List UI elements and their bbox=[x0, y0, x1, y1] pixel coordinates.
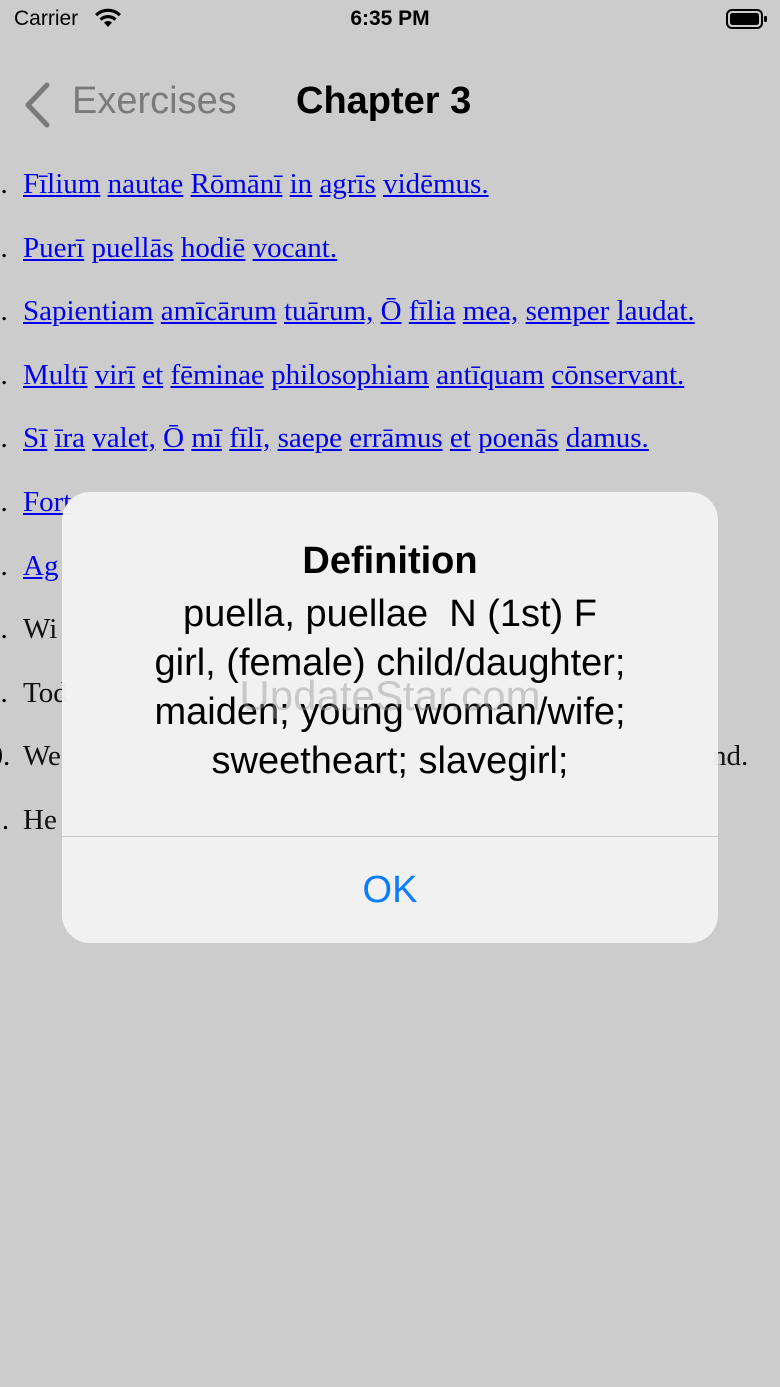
word-link[interactable]: Puerī bbox=[23, 232, 84, 264]
exercise-text: Multī virī et fēminae philosophiam antīq… bbox=[23, 359, 684, 392]
word-link[interactable]: in bbox=[290, 168, 313, 200]
word-link[interactable]: amīcārum bbox=[161, 295, 277, 327]
word-link[interactable]: mī bbox=[191, 422, 222, 454]
watermark: UpdateStar.com bbox=[239, 672, 541, 719]
word-link[interactable]: Fīlium bbox=[23, 168, 100, 200]
word-link[interactable]: poenās bbox=[478, 422, 559, 454]
exercise-number: 8. bbox=[0, 613, 8, 646]
word-link[interactable]: semper bbox=[526, 295, 610, 327]
alert-title: Definition bbox=[302, 540, 478, 582]
exercise-number: 6. bbox=[0, 486, 8, 518]
exercise-number: 11. bbox=[0, 804, 10, 836]
exercise-text: Sapientiam amīcārum tuārum, Ō fīlia mea,… bbox=[23, 295, 695, 328]
exercise-sentence: We bbox=[23, 740, 61, 773]
word-link[interactable]: īra bbox=[54, 422, 85, 454]
word-link[interactable]: et bbox=[142, 359, 163, 391]
word-link[interactable]: errāmus bbox=[349, 422, 442, 454]
exercise-text: Sī īra valet, Ō mī fīlī, saepe errāmus e… bbox=[23, 422, 649, 455]
exercise-number: 2. bbox=[0, 231, 8, 264]
word-link[interactable]: philosophiam bbox=[271, 359, 429, 391]
clock: 6:35 PM bbox=[350, 7, 430, 30]
alert-message-line: puella, puellae N (1st) F bbox=[183, 593, 597, 635]
exercise-text: Ag bbox=[23, 550, 58, 583]
exercise-text: He bbox=[23, 804, 57, 837]
exercise-number: 3. bbox=[0, 295, 8, 328]
back-button[interactable]: Exercises bbox=[72, 80, 237, 123]
word-link[interactable]: Rōmānī bbox=[191, 168, 283, 200]
battery-icon bbox=[726, 9, 767, 29]
word-link[interactable]: Sapientiam bbox=[23, 295, 153, 327]
page-title: Chapter 3 bbox=[296, 80, 472, 122]
exercise-number: 10. bbox=[0, 740, 11, 773]
word-link[interactable]: Ag bbox=[23, 550, 58, 582]
word-link[interactable]: tuārum, bbox=[284, 295, 373, 327]
word-link[interactable]: Multī bbox=[23, 359, 87, 391]
exercise-text: Puerī puellās hodiē vocant. bbox=[23, 232, 337, 265]
word-link[interactable]: valet, bbox=[92, 422, 156, 454]
word-link[interactable]: fīlia bbox=[409, 295, 456, 327]
word-link[interactable]: virī bbox=[95, 359, 135, 391]
word-link[interactable]: Sī bbox=[23, 422, 47, 454]
word-link[interactable]: vocant. bbox=[253, 232, 338, 264]
word-link[interactable]: fīlī, bbox=[229, 422, 270, 454]
word-link[interactable]: vidēmus. bbox=[383, 168, 489, 200]
word-link[interactable]: Ō bbox=[163, 422, 184, 454]
exercise-sentence: He bbox=[23, 804, 57, 836]
exercise-number: 1. bbox=[0, 168, 8, 200]
word-link[interactable]: damus. bbox=[566, 422, 649, 454]
exercise-number: 7. bbox=[0, 549, 8, 582]
exercise-number: 4. bbox=[0, 358, 8, 391]
word-link[interactable]: fēminae bbox=[170, 359, 263, 391]
word-link[interactable]: laudat. bbox=[617, 295, 695, 327]
word-link[interactable]: Ō bbox=[381, 295, 402, 327]
word-link[interactable]: antīquam bbox=[436, 359, 544, 391]
status-bar: Carrier 6:35 PM bbox=[0, 0, 780, 40]
word-link[interactable]: cōnservant. bbox=[551, 359, 684, 391]
word-link[interactable]: hodiē bbox=[181, 232, 245, 264]
word-link[interactable]: saepe bbox=[278, 422, 342, 454]
word-link[interactable]: mea, bbox=[463, 295, 519, 327]
word-link[interactable]: nautae bbox=[108, 168, 184, 200]
word-link[interactable]: agrīs bbox=[319, 168, 375, 200]
exercise-text: Wi bbox=[23, 613, 57, 646]
ok-button[interactable]: OK bbox=[62, 837, 718, 943]
chevron-left-icon[interactable] bbox=[22, 82, 52, 133]
exercise-text: Fīlium nautae Rōmānī in agrīs vidēmus. bbox=[23, 168, 489, 201]
exercise-text: We bbox=[23, 740, 61, 773]
exercise-number: 5. bbox=[0, 422, 8, 455]
alert-message-line: sweetheart; slavegirl; bbox=[211, 740, 569, 782]
word-link[interactable]: et bbox=[450, 422, 471, 454]
word-link[interactable]: puellās bbox=[91, 232, 173, 264]
exercise-sentence: Wi bbox=[23, 613, 58, 646]
